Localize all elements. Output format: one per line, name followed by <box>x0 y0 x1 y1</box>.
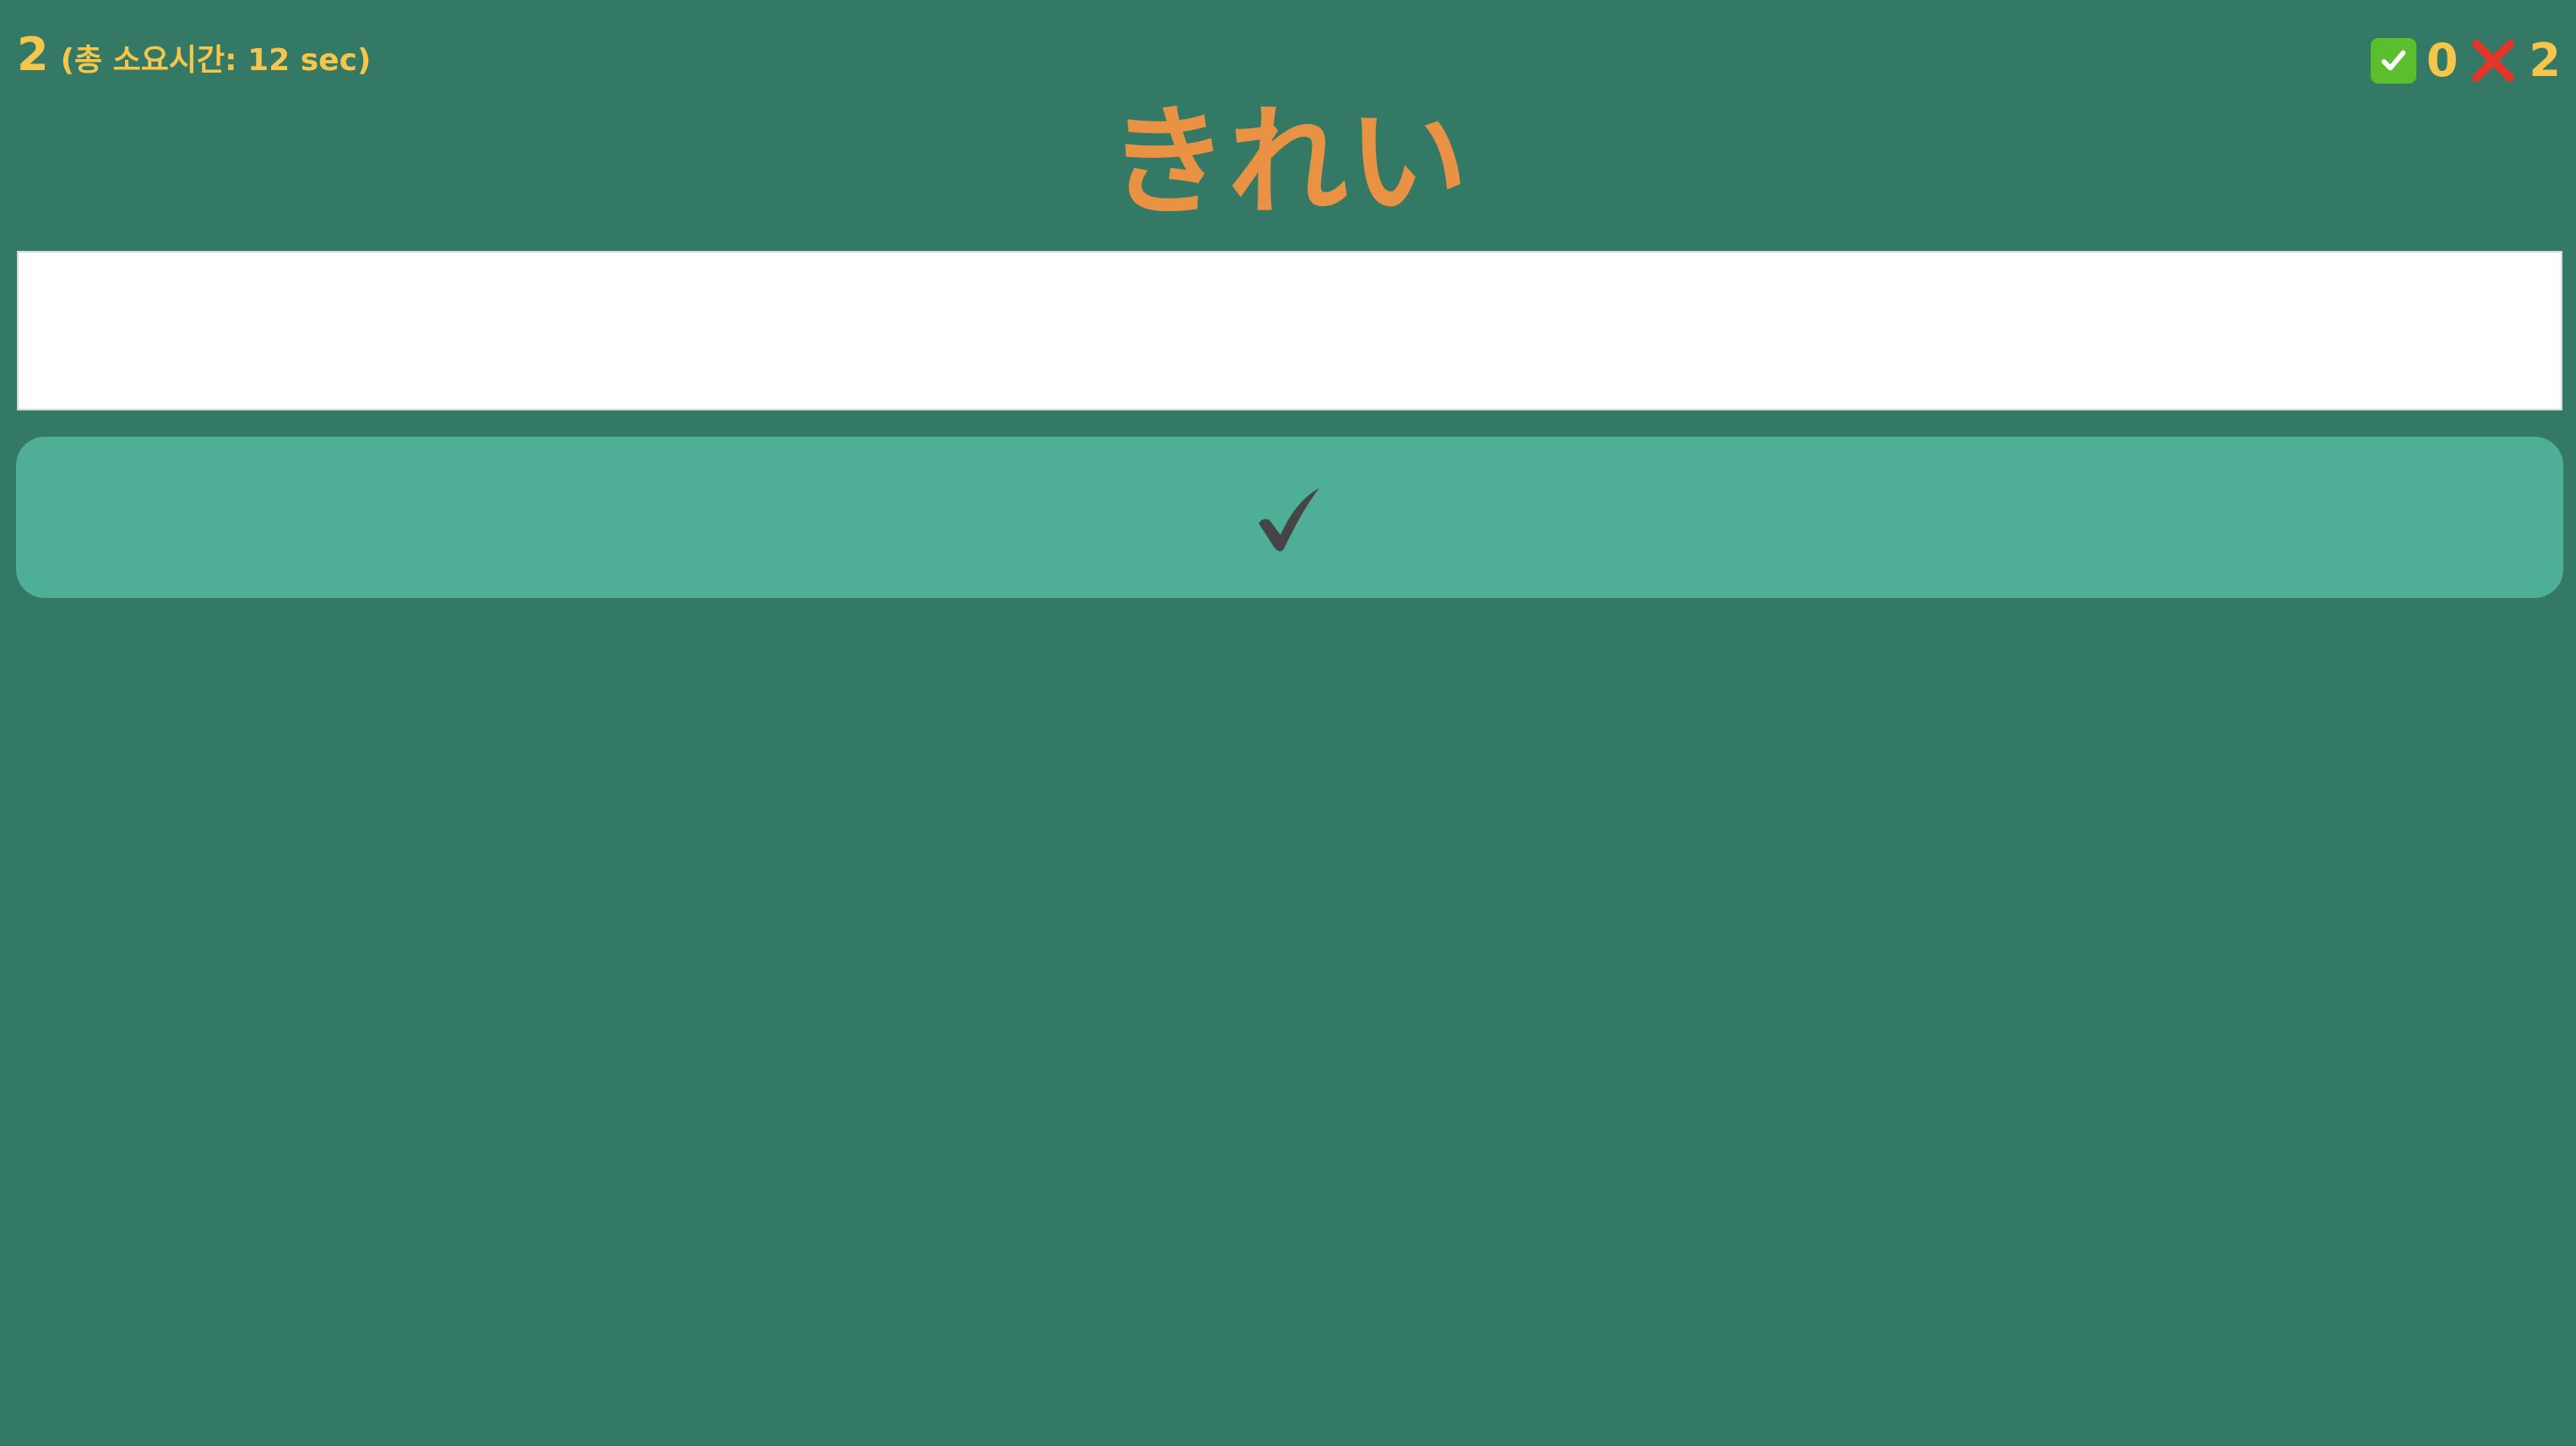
quiz-screen: 2 (총 소요시간: 12 sec) 0 2 きれい <box>0 0 2576 1446</box>
quiz-word: きれい <box>1108 93 1468 232</box>
submit-answer-button[interactable] <box>16 437 2563 598</box>
wrong-count: 2 <box>2529 34 2561 87</box>
correct-check-icon <box>2370 38 2416 84</box>
answer-input[interactable] <box>17 251 2562 410</box>
wrong-cross-icon <box>2468 35 2519 86</box>
checkmark-icon <box>1258 487 1319 552</box>
score-display: 0 2 <box>2370 34 2561 87</box>
question-status: 2 (총 소요시간: 12 sec) <box>17 32 371 78</box>
elapsed-time: (총 소요시간: 12 sec) <box>60 43 372 78</box>
correct-count: 0 <box>2426 34 2459 87</box>
question-number: 2 <box>17 28 49 81</box>
